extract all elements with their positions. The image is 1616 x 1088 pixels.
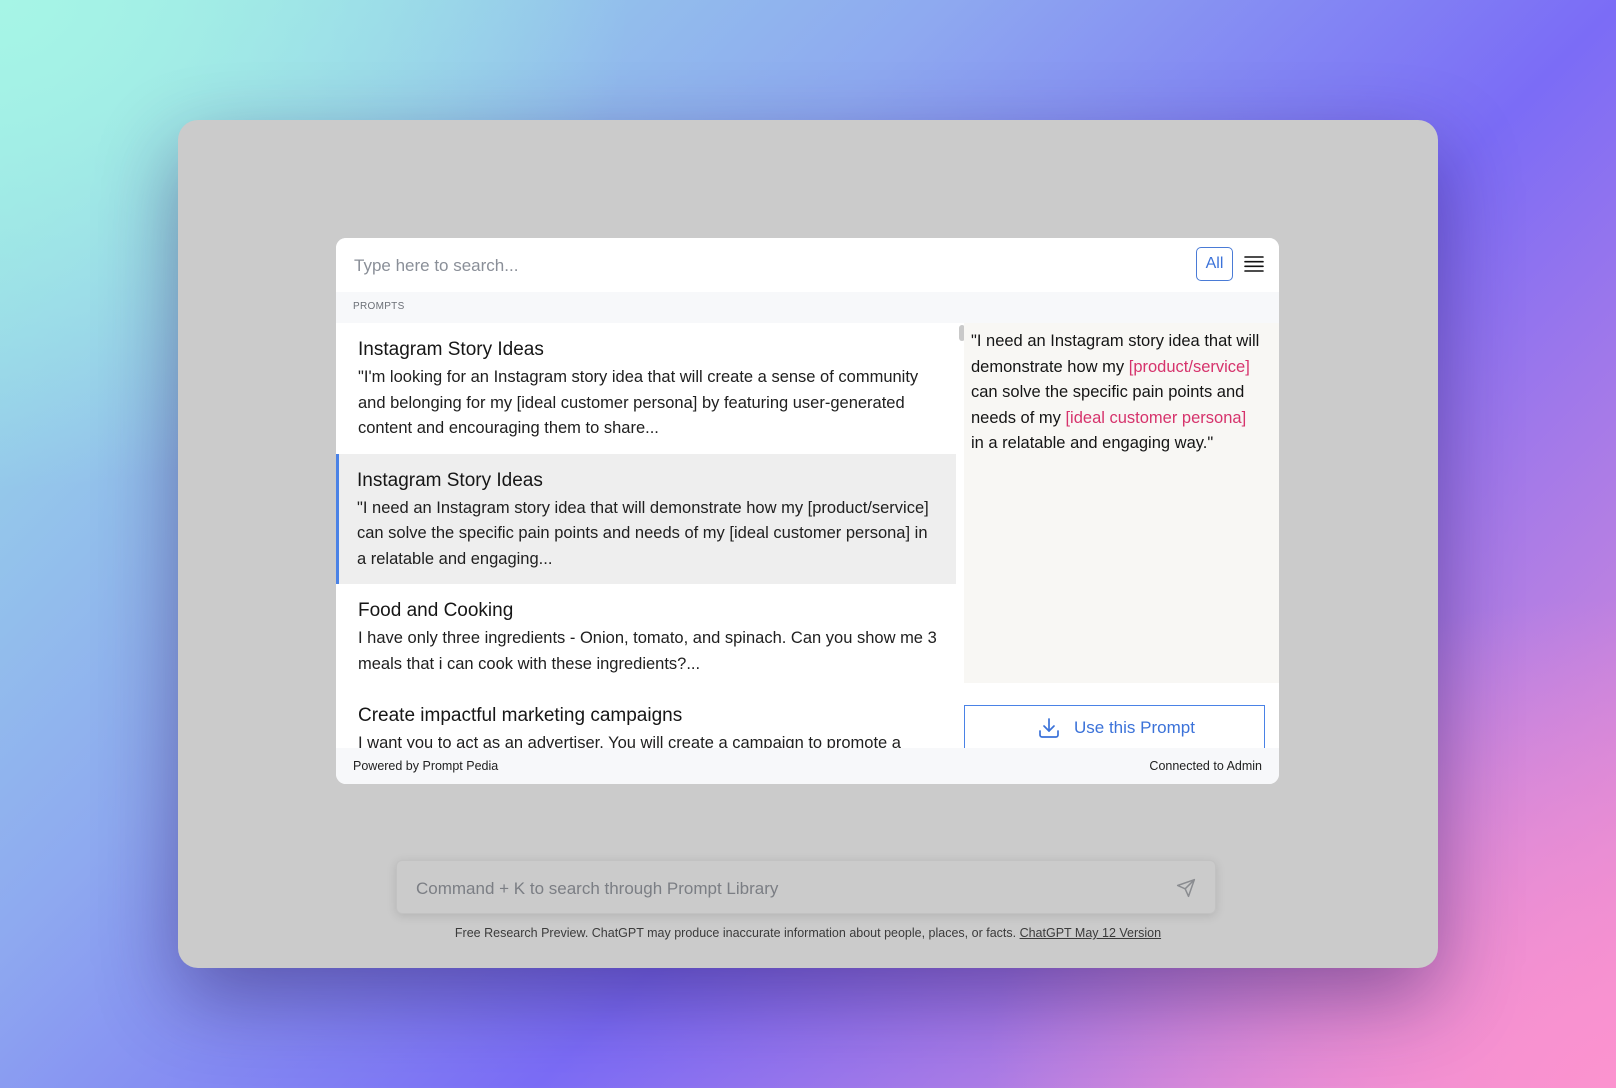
prompt-description: "I need an Instagram story idea that wil… xyxy=(357,498,929,568)
command-bar xyxy=(396,860,1216,914)
prompt-description: I have only three ingredients - Onion, t… xyxy=(358,629,937,673)
disclaimer-text: Free Research Preview. ChatGPT may produ… xyxy=(454,926,1020,940)
prompt-title: Instagram Story Ideas xyxy=(357,469,543,491)
preview-variable: [ideal customer persona] xyxy=(1065,408,1247,427)
version-link[interactable]: ChatGPT May 12 Version xyxy=(1020,926,1162,940)
prompt-list[interactable]: Instagram Story Ideas "I'm looking for a… xyxy=(336,323,956,748)
send-icon[interactable] xyxy=(1176,878,1196,898)
prompt-description: I want you to act as an advertiser. You … xyxy=(358,734,901,748)
prompt-list-item-selected[interactable]: Instagram Story Ideas "I need an Instagr… xyxy=(336,453,956,584)
prompt-title: Food and Cooking xyxy=(358,600,514,621)
hamburger-menu-icon[interactable] xyxy=(1242,252,1266,276)
preview-variable: [product/service] xyxy=(1128,357,1250,376)
prompt-preview-panel: "I need an Instagram story idea that wil… xyxy=(964,323,1279,683)
search-input[interactable] xyxy=(352,250,1176,282)
all-filter-button[interactable]: All xyxy=(1196,247,1233,281)
app-window: All PROMPTS Instagram Story Ideas "I'm l… xyxy=(178,120,1438,968)
disclaimer: Free Research Preview. ChatGPT may produ… xyxy=(178,926,1438,940)
section-label: PROMPTS xyxy=(353,301,405,312)
prompt-title: Create impactful marketing campaigns xyxy=(358,705,683,726)
use-this-prompt-label: Use this Prompt xyxy=(1074,718,1195,737)
modal-footer: Powered by Prompt Pedia Connected to Adm… xyxy=(336,748,1279,784)
connection-status: Connected to Admin xyxy=(1149,759,1262,773)
prompt-title: Instagram Story Ideas xyxy=(358,339,544,360)
use-this-prompt-button[interactable]: Use this Prompt xyxy=(964,705,1265,749)
section-header: PROMPTS xyxy=(336,292,1279,323)
command-input[interactable] xyxy=(414,873,1158,905)
preview-text-segment: in a relatable and engaging way." xyxy=(971,434,1214,452)
powered-by-text: Powered by Prompt Pedia xyxy=(353,759,499,773)
prompt-list-item[interactable]: Food and Cooking I have only three ingre… xyxy=(336,584,956,689)
prompt-list-item[interactable]: Create impactful marketing campaigns I w… xyxy=(336,689,956,748)
prompt-library-modal: All PROMPTS Instagram Story Ideas "I'm l… xyxy=(336,238,1279,784)
prompt-description: "I'm looking for an Instagram story idea… xyxy=(358,368,919,437)
prompt-preview-text: "I need an Instagram story idea that wil… xyxy=(971,329,1263,457)
download-icon xyxy=(1037,716,1061,740)
prompt-list-item[interactable]: Instagram Story Ideas "I'm looking for a… xyxy=(336,323,956,454)
search-bar: All xyxy=(336,238,1279,292)
